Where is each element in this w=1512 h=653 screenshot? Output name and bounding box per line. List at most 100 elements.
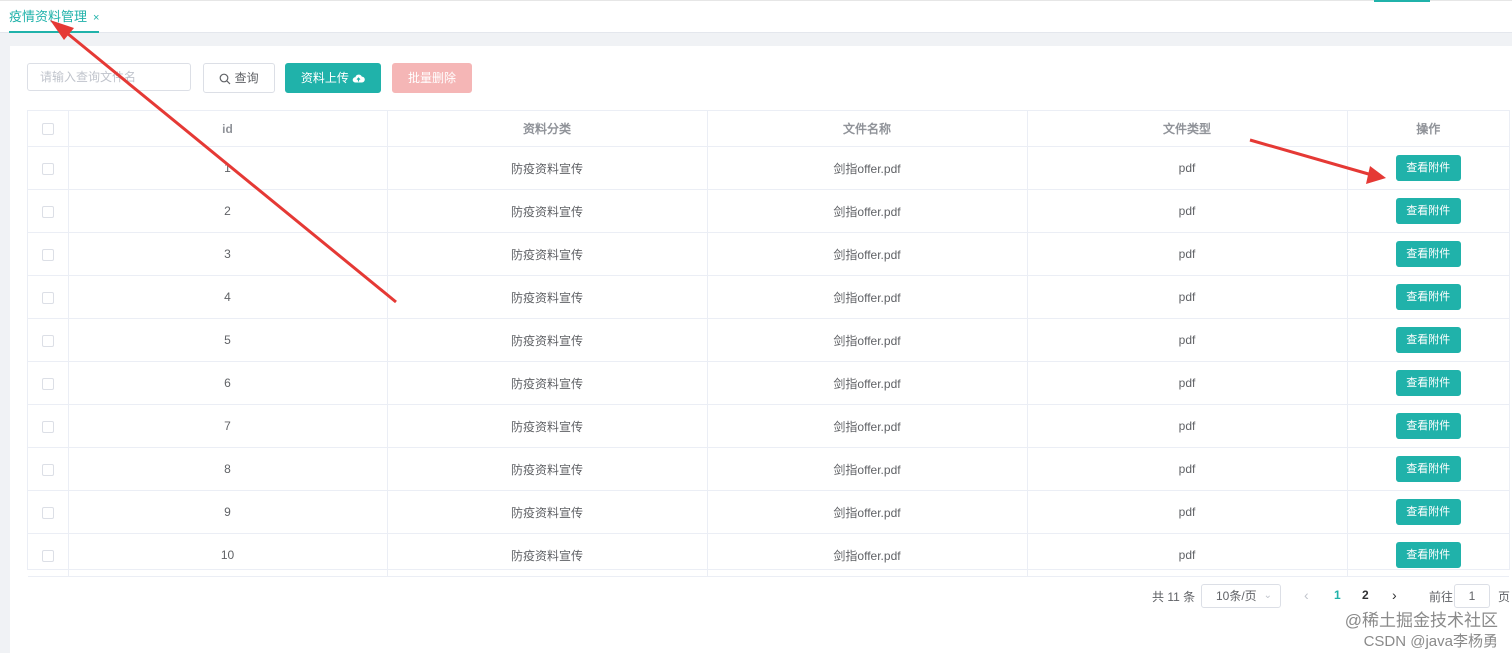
cell-file-type: pdf — [1027, 146, 1348, 190]
tab-bar: 疫情资料管理 × — [0, 0, 1512, 33]
row-select-cell — [28, 189, 69, 233]
cell-category: 防疫资料宣传 — [387, 361, 708, 405]
table-row: 6 防疫资料宣传 剑指offer.pdf pdf 查看附件 — [28, 361, 1509, 405]
goto-page-input[interactable] — [1454, 584, 1490, 608]
chevron-right-icon[interactable]: › — [1392, 587, 1397, 603]
table-row: 3 防疫资料宣传 剑指offer.pdf pdf 查看附件 — [28, 232, 1509, 276]
cell-id: 3 — [68, 232, 388, 276]
cell-file-type: pdf — [1027, 404, 1348, 448]
select-all-checkbox[interactable] — [41, 123, 54, 136]
cell-category: 防疫资料宣传 — [387, 275, 708, 319]
page-number-2[interactable]: 2 — [1362, 588, 1369, 602]
table-row: 2 防疫资料宣传 剑指offer.pdf pdf 查看附件 — [28, 189, 1509, 233]
view-attachment-button[interactable]: 查看附件 — [1395, 499, 1461, 525]
main-panel: 查询 资料上传 批量删除 id 资料分类 文件名称 文件类型 操作 — [10, 46, 1512, 653]
upload-button[interactable]: 资料上传 — [285, 63, 381, 93]
row-select-cell — [28, 361, 69, 405]
row-checkbox[interactable] — [41, 291, 54, 304]
chevron-down-icon: ⌄ — [1263, 590, 1272, 601]
cell-file-type: pdf — [1027, 275, 1348, 319]
table-row: 8 防疫资料宣传 剑指offer.pdf pdf 查看附件 — [28, 447, 1509, 491]
cell-file-name: 剑指offer.pdf — [707, 361, 1028, 405]
goto-label: 前往 — [1429, 590, 1454, 604]
cell-actions: 查看附件 — [1347, 404, 1509, 448]
cell-category: 防疫资料宣传 — [387, 404, 708, 448]
cell-actions: 查看附件 — [1347, 275, 1509, 319]
header-id: id — [68, 111, 388, 147]
view-attachment-button[interactable]: 查看附件 — [1395, 542, 1461, 568]
cell-file-type: pdf — [1027, 232, 1348, 276]
cell-actions: 查看附件 — [1347, 490, 1509, 534]
cell-file-type: pdf — [1027, 447, 1348, 491]
view-attachment-button[interactable]: 查看附件 — [1395, 456, 1461, 482]
cell-file-name: 剑指offer.pdf — [707, 490, 1028, 534]
cell-file-type: pdf — [1027, 189, 1348, 233]
watermark-line-2: CSDN @java李杨勇 — [1363, 633, 1498, 650]
cell-category: 防疫资料宣传 — [387, 146, 708, 190]
pagination-total: 共 11 条 — [1152, 590, 1196, 604]
cell-file-type: pdf — [1027, 533, 1348, 577]
cell-id: 4 — [68, 275, 388, 319]
row-select-cell — [28, 447, 69, 491]
cell-category: 防疫资料宣传 — [387, 232, 708, 276]
tab-active-underline — [9, 31, 100, 33]
row-checkbox[interactable] — [41, 248, 54, 261]
search-icon — [219, 73, 231, 85]
upload-button-label: 资料上传 — [300, 71, 349, 85]
cell-file-type: pdf — [1027, 490, 1348, 534]
row-checkbox[interactable] — [41, 334, 54, 347]
query-button[interactable]: 查询 — [203, 63, 275, 93]
view-attachment-button[interactable]: 查看附件 — [1395, 241, 1461, 267]
materials-table: id 资料分类 文件名称 文件类型 操作 1 防疫资料宣传 剑指offer.pd… — [27, 110, 1510, 577]
view-attachment-button[interactable]: 查看附件 — [1395, 413, 1461, 439]
cell-category: 防疫资料宣传 — [387, 318, 708, 362]
cell-file-name: 剑指offer.pdf — [707, 275, 1028, 319]
view-attachment-button[interactable]: 查看附件 — [1395, 198, 1461, 224]
page-number-1[interactable]: 1 — [1334, 588, 1341, 602]
row-select-cell — [28, 318, 69, 362]
view-attachment-button[interactable]: 查看附件 — [1395, 284, 1461, 310]
header-file-type: 文件类型 — [1027, 111, 1348, 147]
tab-close-icon[interactable]: × — [93, 12, 99, 24]
view-attachment-button[interactable]: 查看附件 — [1395, 155, 1461, 181]
view-attachment-button[interactable]: 查看附件 — [1395, 370, 1461, 396]
row-select-cell — [28, 275, 69, 319]
row-checkbox[interactable] — [41, 420, 54, 433]
row-checkbox[interactable] — [41, 549, 54, 562]
tab-bar-accent — [1374, 0, 1430, 2]
page-suffix: 页 — [1498, 590, 1511, 604]
header-actions: 操作 — [1347, 111, 1509, 147]
cell-file-name: 剑指offer.pdf — [707, 447, 1028, 491]
table-row: 10 防疫资料宣传 剑指offer.pdf pdf 查看附件 — [28, 533, 1509, 577]
header-file-name: 文件名称 — [707, 111, 1028, 147]
cell-file-name: 剑指offer.pdf — [707, 189, 1028, 233]
cell-file-name: 剑指offer.pdf — [707, 232, 1028, 276]
tab-label: 疫情资料管理 — [9, 9, 88, 24]
tab-epidemic-materials[interactable]: 疫情资料管理 × — [9, 1, 100, 33]
cell-actions: 查看附件 — [1347, 361, 1509, 405]
row-checkbox[interactable] — [41, 377, 54, 390]
chevron-left-icon[interactable]: ‹ — [1304, 587, 1309, 603]
cell-file-type: pdf — [1027, 361, 1348, 405]
row-select-cell — [28, 146, 69, 190]
page-size-select[interactable]: 10条/页 ⌄ — [1201, 584, 1281, 608]
watermark: @稀土掘金技术社区 CSDN @java李杨勇 — [1345, 610, 1498, 652]
query-button-label: 查询 — [234, 71, 259, 85]
cell-actions: 查看附件 — [1347, 318, 1509, 362]
table-row: 9 防疫资料宣传 剑指offer.pdf pdf 查看附件 — [28, 490, 1509, 534]
row-select-cell — [28, 232, 69, 276]
cell-category: 防疫资料宣传 — [387, 189, 708, 233]
row-checkbox[interactable] — [41, 506, 54, 519]
row-checkbox[interactable] — [41, 463, 54, 476]
cell-file-name: 剑指offer.pdf — [707, 404, 1028, 448]
cell-id: 8 — [68, 447, 388, 491]
row-checkbox[interactable] — [41, 205, 54, 218]
page-size-value: 10条/页 — [1216, 589, 1257, 603]
row-checkbox[interactable] — [41, 162, 54, 175]
row-select-cell — [28, 404, 69, 448]
table-row: 7 防疫资料宣传 剑指offer.pdf pdf 查看附件 — [28, 404, 1509, 448]
batch-delete-button[interactable]: 批量删除 — [392, 63, 472, 93]
view-attachment-button[interactable]: 查看附件 — [1395, 327, 1461, 353]
select-all-cell — [28, 111, 69, 147]
search-input[interactable] — [27, 63, 191, 91]
